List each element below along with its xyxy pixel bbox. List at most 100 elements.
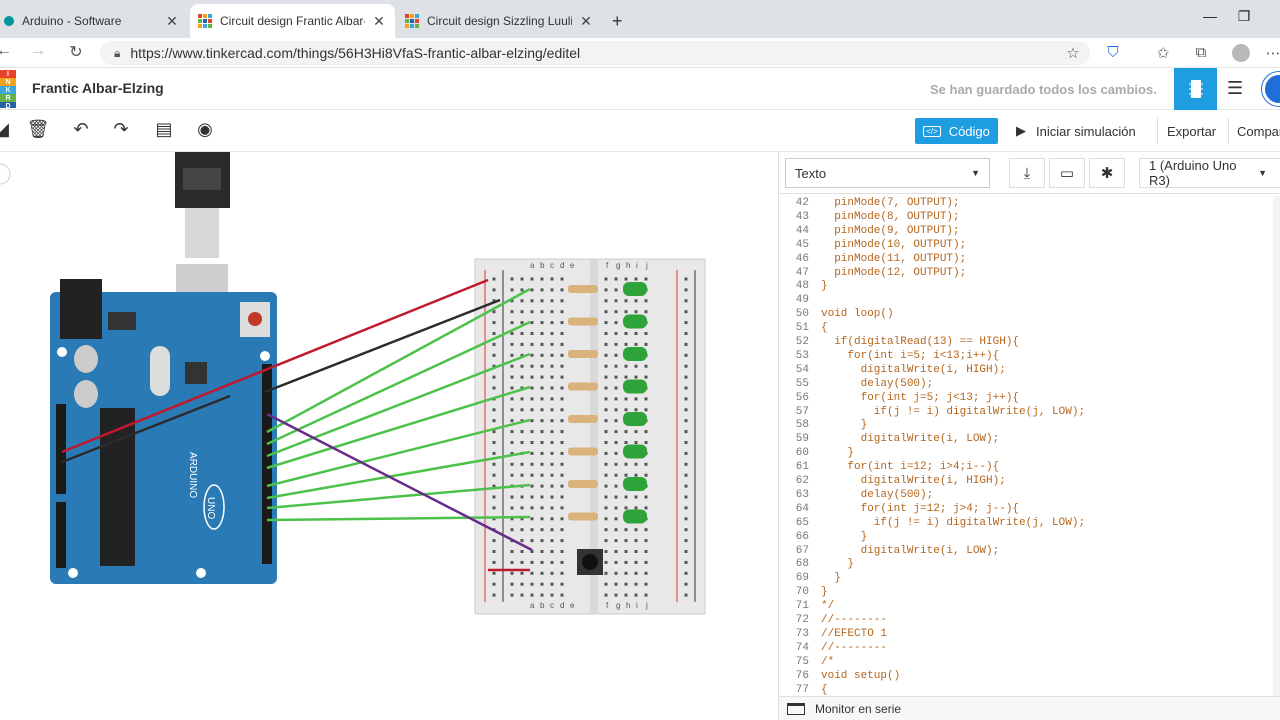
forward-icon[interactable]: → — [26, 42, 50, 60]
url-input[interactable]: 🔒︎ https://www.tinkercad.com/things/56H3… — [100, 41, 1090, 65]
code-line[interactable]: 57 if(j != i) digitalWrite(j, LOW); — [779, 405, 1085, 419]
close-tab-icon[interactable]: ✕ — [371, 13, 387, 30]
breadboard-hole — [530, 484, 534, 488]
breadboard-hole — [550, 299, 554, 303]
serial-monitor-bar[interactable]: Monitor en serie — [779, 696, 1280, 720]
code-line[interactable]: 61 for(int i=12; i>4;i--){ — [779, 460, 999, 474]
code-line[interactable]: 56 for(int j=5; j<13; j++){ — [779, 391, 1019, 405]
more-icon[interactable]: ⋯ — [1262, 44, 1280, 62]
code-line[interactable]: 75 /* — [779, 655, 834, 669]
code-line[interactable]: 45 pinMode(10, OUTPUT); — [779, 238, 966, 252]
breadboard-hole — [644, 528, 648, 532]
tab-circuit-frantic[interactable]: Circuit design Frantic Albar-Elzin ✕ — [190, 4, 395, 38]
project-title[interactable]: Frantic Albar-Elzing — [32, 80, 164, 96]
led — [623, 509, 647, 524]
avatar[interactable] — [1262, 72, 1280, 106]
code-line[interactable]: 58 } — [779, 418, 867, 432]
breadboard-hole — [684, 560, 688, 564]
breadboard-hole — [560, 571, 564, 575]
download-icon[interactable]: ⤓ — [1009, 158, 1045, 188]
component-list-icon[interactable]: ☰ — [1227, 78, 1243, 99]
board-select[interactable]: 1 (Arduino Uno R3) ▼ — [1139, 158, 1280, 188]
visibility-icon[interactable]: ◉ — [193, 119, 217, 140]
line-text: if(j != i) digitalWrite(j, LOW); — [821, 405, 1086, 418]
code-line[interactable]: 69 } — [779, 571, 841, 585]
code-line[interactable]: 53 for(int i=5; i<13;i++){ — [779, 349, 999, 363]
breadboard-hole — [684, 375, 688, 379]
code-line[interactable]: 68 } — [779, 557, 854, 571]
code-mode-select[interactable]: Texto ▼ — [785, 158, 990, 188]
notes-icon[interactable]: ▤ — [152, 119, 176, 140]
code-line[interactable]: 77 { — [779, 683, 828, 697]
export-button[interactable]: Exportar — [1157, 118, 1225, 144]
breadboard-hole — [492, 550, 496, 553]
line-text: pinMode(11, OUTPUT); — [821, 252, 967, 265]
code-line[interactable]: 59 digitalWrite(i, LOW); — [779, 432, 999, 446]
code-line[interactable]: 74 //-------- — [779, 641, 887, 655]
rotate-icon[interactable]: ◢ — [0, 119, 14, 140]
circuit-view-button[interactable] — [1174, 68, 1217, 110]
breadboard-hole — [492, 277, 496, 281]
code-line[interactable]: 73 //EFECTO 1 — [779, 627, 887, 641]
code-line[interactable]: 50 void loop() — [779, 307, 894, 321]
code-line[interactable]: 76 void setup() — [779, 669, 900, 683]
breadboard-hole — [604, 473, 608, 477]
tab-circuit-sizzling[interactable]: Circuit design Sizzling Luulia-Ro ✕ — [397, 4, 602, 38]
code-line[interactable]: 46 pinMode(11, OUTPUT); — [779, 252, 966, 266]
code-line[interactable]: 43 pinMode(8, OUTPUT); — [779, 210, 960, 224]
start-simulation-button[interactable]: ▶ Iniciar simulación — [1008, 118, 1144, 144]
code-line[interactable]: 55 delay(500); — [779, 377, 933, 391]
breadboard-hole — [624, 495, 628, 499]
code-line[interactable]: 63 delay(500); — [779, 488, 933, 502]
code-editor[interactable]: 42 pinMode(7, OUTPUT); 43 pinMode(8, OUTP… — [779, 196, 1280, 696]
breadboard-hole — [530, 419, 534, 423]
star-icon[interactable]: ☆ — [1062, 44, 1084, 62]
breadboard-hole — [634, 408, 638, 412]
code-line[interactable]: 62 digitalWrite(i, HIGH); — [779, 474, 1006, 488]
code-line[interactable]: 64 for(int j=12; j>4; j--){ — [779, 502, 1019, 516]
code-line[interactable]: 51 { — [779, 321, 828, 335]
new-tab-button[interactable]: + — [604, 4, 630, 38]
favorites-icon[interactable]: ✩ — [1152, 44, 1174, 62]
breadboard-hole — [492, 441, 496, 444]
code-line[interactable]: 48} — [779, 279, 828, 293]
breadboard-hole — [492, 353, 496, 357]
tinkercad-logo[interactable]: I N K R D — [0, 70, 16, 110]
code-button[interactable]: </> Código — [915, 118, 998, 144]
code-line[interactable]: 67 digitalWrite(i, LOW); — [779, 544, 999, 558]
code-line[interactable]: 72 //-------- — [779, 613, 887, 627]
breadboard-hole — [560, 310, 564, 314]
share-button[interactable]: Compar — [1228, 118, 1280, 144]
code-line[interactable]: 54 digitalWrite(i, HIGH); — [779, 363, 1006, 377]
code-scrollbar[interactable] — [1273, 196, 1280, 696]
code-line[interactable]: 65 if(j != i) digitalWrite(j, LOW); — [779, 516, 1085, 530]
line-number: 59 — [795, 433, 809, 446]
code-line[interactable]: 66 } — [779, 530, 867, 544]
line-text: delay(500); — [821, 488, 934, 501]
code-line[interactable]: 70} — [779, 585, 828, 599]
code-line[interactable]: 47 pinMode(12, OUTPUT); — [779, 266, 966, 280]
close-tab-icon[interactable]: ✕ — [578, 13, 594, 30]
code-line[interactable]: 52 if(digitalRead(13) == HIGH){ — [779, 335, 1019, 349]
code-line[interactable]: 71 */ — [779, 599, 834, 613]
collections-icon[interactable]: ⧉ — [1190, 44, 1212, 61]
debugger-icon[interactable]: ✱ — [1089, 158, 1125, 188]
reload-icon[interactable]: ↻ — [64, 42, 88, 62]
code-line[interactable]: 44 pinMode(9, OUTPUT); — [779, 224, 960, 238]
code-mode-value: Texto — [795, 165, 827, 181]
library-icon[interactable]: ▭ — [1049, 158, 1085, 188]
code-line[interactable]: 42 pinMode(7, OUTPUT); — [779, 196, 960, 210]
maximize-icon[interactable]: ❐ — [1224, 8, 1264, 25]
profile-icon[interactable] — [1230, 44, 1252, 66]
breadboard-hole — [684, 430, 688, 434]
code-line[interactable]: 60 } — [779, 446, 854, 460]
back-icon[interactable]: ← — [0, 42, 16, 60]
code-line[interactable]: 49 — [779, 293, 821, 307]
tab-arduino-software[interactable]: Arduino - Software ✕ — [0, 4, 188, 38]
redo-icon[interactable]: ↷ — [109, 119, 133, 140]
extension-icon[interactable]: ⛉ — [1102, 44, 1124, 61]
delete-icon[interactable]: 🗑︎ — [26, 119, 50, 140]
circuit-canvas[interactable]: ARDUINO UNO aabbccddeeffgghhiijj — [0, 152, 778, 720]
close-tab-icon[interactable]: ✕ — [164, 13, 180, 30]
undo-icon[interactable]: ↶ — [69, 119, 93, 140]
